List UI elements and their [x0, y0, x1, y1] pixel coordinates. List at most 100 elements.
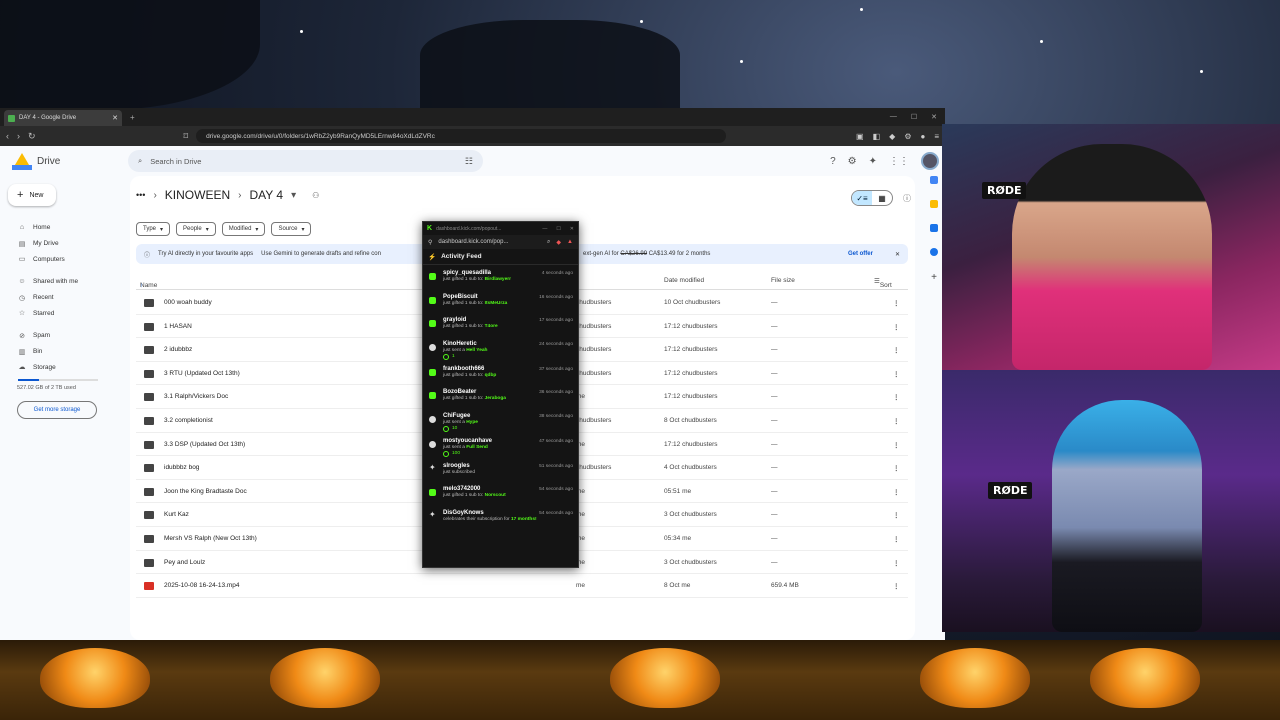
- more-actions-icon[interactable]: ⋮: [893, 441, 900, 449]
- sidebar-item-storage[interactable]: ☁ Storage: [0, 360, 130, 376]
- filter-type[interactable]: Type ▾: [136, 222, 171, 236]
- tab-strip: DAY 4 - Google Drive ✕ + — ☐ ✕: [0, 108, 945, 126]
- alert-icon[interactable]: ▲: [567, 239, 573, 246]
- gift-sub-icon: [429, 296, 436, 304]
- sidebar-item-computers[interactable]: ▭ Computers: [0, 251, 130, 267]
- breadcrumb-current[interactable]: DAY 4: [249, 188, 283, 202]
- get-more-storage-button[interactable]: Get more storage: [17, 401, 97, 420]
- event-target: Hell Yeah: [466, 347, 488, 353]
- gemini-sparkle-icon[interactable]: ✦: [869, 156, 877, 167]
- chevron-down-icon: ▾: [205, 226, 209, 233]
- help-icon[interactable]: ?: [830, 156, 836, 167]
- maximize-icon[interactable]: ☐: [556, 226, 560, 232]
- close-icon[interactable]: ✕: [895, 251, 900, 258]
- menu-icon[interactable]: ≡: [934, 132, 939, 141]
- close-icon[interactable]: ✕: [570, 226, 574, 232]
- folder-icon: [144, 487, 154, 496]
- event-text: just sent a Hell Yeah: [443, 348, 573, 353]
- sidebar-item-my-drive[interactable]: ▤ My Drive: [0, 236, 130, 252]
- file-name: Pey and Loulz: [164, 558, 206, 566]
- sort-button[interactable]: ☰ Sort: [874, 277, 892, 289]
- contacts-icon[interactable]: [930, 248, 938, 256]
- more-actions-icon[interactable]: ⋮: [893, 559, 900, 567]
- address-bar[interactable]: drive.google.com/drive/u/0/folders/1wRbZ…: [196, 129, 727, 143]
- search-options-icon[interactable]: ☷: [465, 156, 473, 167]
- more-actions-icon[interactable]: ⋮: [893, 346, 900, 354]
- get-offer-button[interactable]: Get offer: [848, 251, 873, 257]
- extension-icon[interactable]: ◧: [873, 132, 881, 141]
- event-action: just sent a: [443, 444, 465, 450]
- sidebar-item-starred[interactable]: ☆ Starred: [0, 305, 130, 321]
- reload-icon[interactable]: ↻: [28, 131, 36, 142]
- close-window-icon[interactable]: ✕: [931, 113, 937, 121]
- add-addon-icon[interactable]: +: [931, 272, 937, 283]
- activity-feed-header: ⚡ Activity Feed: [423, 249, 578, 265]
- more-actions-icon[interactable]: ⋮: [893, 299, 900, 307]
- more-actions-icon[interactable]: ⋮: [893, 511, 900, 519]
- people-icon: ☺: [18, 278, 26, 286]
- info-icon[interactable]: ⓘ: [903, 193, 911, 204]
- bookmark-icon[interactable]: ⌑: [184, 131, 189, 142]
- more-actions-icon[interactable]: ⋮: [893, 417, 900, 425]
- filter-people[interactable]: People ▾: [176, 222, 216, 236]
- minimize-icon[interactable]: —: [890, 113, 897, 121]
- forward-icon[interactable]: ›: [17, 131, 20, 141]
- list-view-icon[interactable]: ✓≡: [852, 191, 872, 205]
- close-tab-icon[interactable]: ✕: [112, 114, 118, 122]
- event-action: just gifted 1 sub to:: [443, 372, 484, 378]
- sidebar-item-home[interactable]: ⌂ Home: [0, 220, 130, 236]
- subscribe-star-icon: ✦: [429, 509, 436, 519]
- column-modified[interactable]: Date modified: [664, 277, 704, 284]
- file-owner: chudbusters: [576, 299, 612, 306]
- browser-tab[interactable]: DAY 4 - Google Drive ✕: [4, 110, 122, 126]
- calendar-icon[interactable]: [930, 176, 938, 184]
- event-text: just gifted 1 sub to: Jeraboga: [443, 396, 573, 401]
- extension-icon[interactable]: ◆: [889, 132, 895, 141]
- sidebar-item-shared[interactable]: ☺ Shared with me: [0, 274, 130, 290]
- filter-modified[interactable]: Modified ▾: [221, 222, 266, 236]
- shared-folder-icon[interactable]: ⚇: [312, 191, 319, 200]
- maximize-icon[interactable]: ☐: [911, 113, 917, 121]
- new-tab-icon[interactable]: +: [130, 113, 135, 122]
- sidebar-item-spam[interactable]: ⊘ Spam: [0, 328, 130, 344]
- table-row[interactable]: 2025-10-08 16-24-13.mp4 me 8 Oct me 659.4 M…: [136, 574, 908, 598]
- keep-icon[interactable]: [930, 200, 938, 208]
- more-actions-icon[interactable]: ⋮: [893, 323, 900, 331]
- folder-icon: [144, 299, 154, 307]
- new-button[interactable]: + New: [8, 184, 56, 206]
- search-input[interactable]: ⌕ Search in Drive ☷: [128, 150, 483, 172]
- apps-grid-icon[interactable]: ⋮⋮: [889, 156, 909, 167]
- file-modified: 8 Oct me: [664, 582, 691, 590]
- minimize-icon[interactable]: —: [542, 226, 547, 232]
- zoom-icon[interactable]: ⌕: [547, 239, 550, 246]
- breadcrumb-item[interactable]: KINOWEEN: [165, 188, 230, 202]
- extension-icon[interactable]: ⚙: [904, 132, 911, 141]
- tasks-icon[interactable]: [930, 224, 938, 232]
- more-actions-icon[interactable]: ⋮: [893, 370, 900, 378]
- back-icon[interactable]: ‹: [6, 131, 9, 141]
- sidebar-item-recent[interactable]: ◷ Recent: [0, 290, 130, 306]
- breadcrumb-more-icon[interactable]: •••: [136, 190, 145, 200]
- account-avatar[interactable]: [921, 152, 939, 170]
- event-text: just gifted 1 sub to: Birdlawyerr: [443, 277, 573, 282]
- filter-source[interactable]: Source ▾: [271, 222, 312, 236]
- extension-icon[interactable]: ◆: [556, 239, 561, 246]
- settings-gear-icon[interactable]: ⚙: [848, 156, 857, 167]
- more-actions-icon[interactable]: ⋮: [893, 488, 900, 496]
- more-actions-icon[interactable]: ⋮: [893, 464, 900, 472]
- event-time: 16 seconds ago: [539, 294, 573, 300]
- chevron-down-icon[interactable]: ▾: [291, 190, 296, 201]
- file-size: —: [771, 558, 778, 566]
- webcam-feed-top: RØDE: [942, 124, 1280, 370]
- grid-view-icon[interactable]: ▦: [872, 191, 892, 205]
- site-settings-icon[interactable]: ⚲: [428, 239, 432, 246]
- more-actions-icon[interactable]: ⋮: [893, 393, 900, 401]
- more-actions-icon[interactable]: ⋮: [893, 582, 900, 590]
- more-actions-icon[interactable]: ⋮: [893, 535, 900, 543]
- sidebar-item-bin[interactable]: ▥ Bin: [0, 344, 130, 360]
- home-icon: ⌂: [19, 224, 25, 232]
- file-size: —: [771, 464, 778, 472]
- extension-icon[interactable]: ▣: [856, 132, 864, 141]
- column-size[interactable]: File size: [771, 277, 795, 284]
- profile-icon[interactable]: ●: [920, 132, 925, 141]
